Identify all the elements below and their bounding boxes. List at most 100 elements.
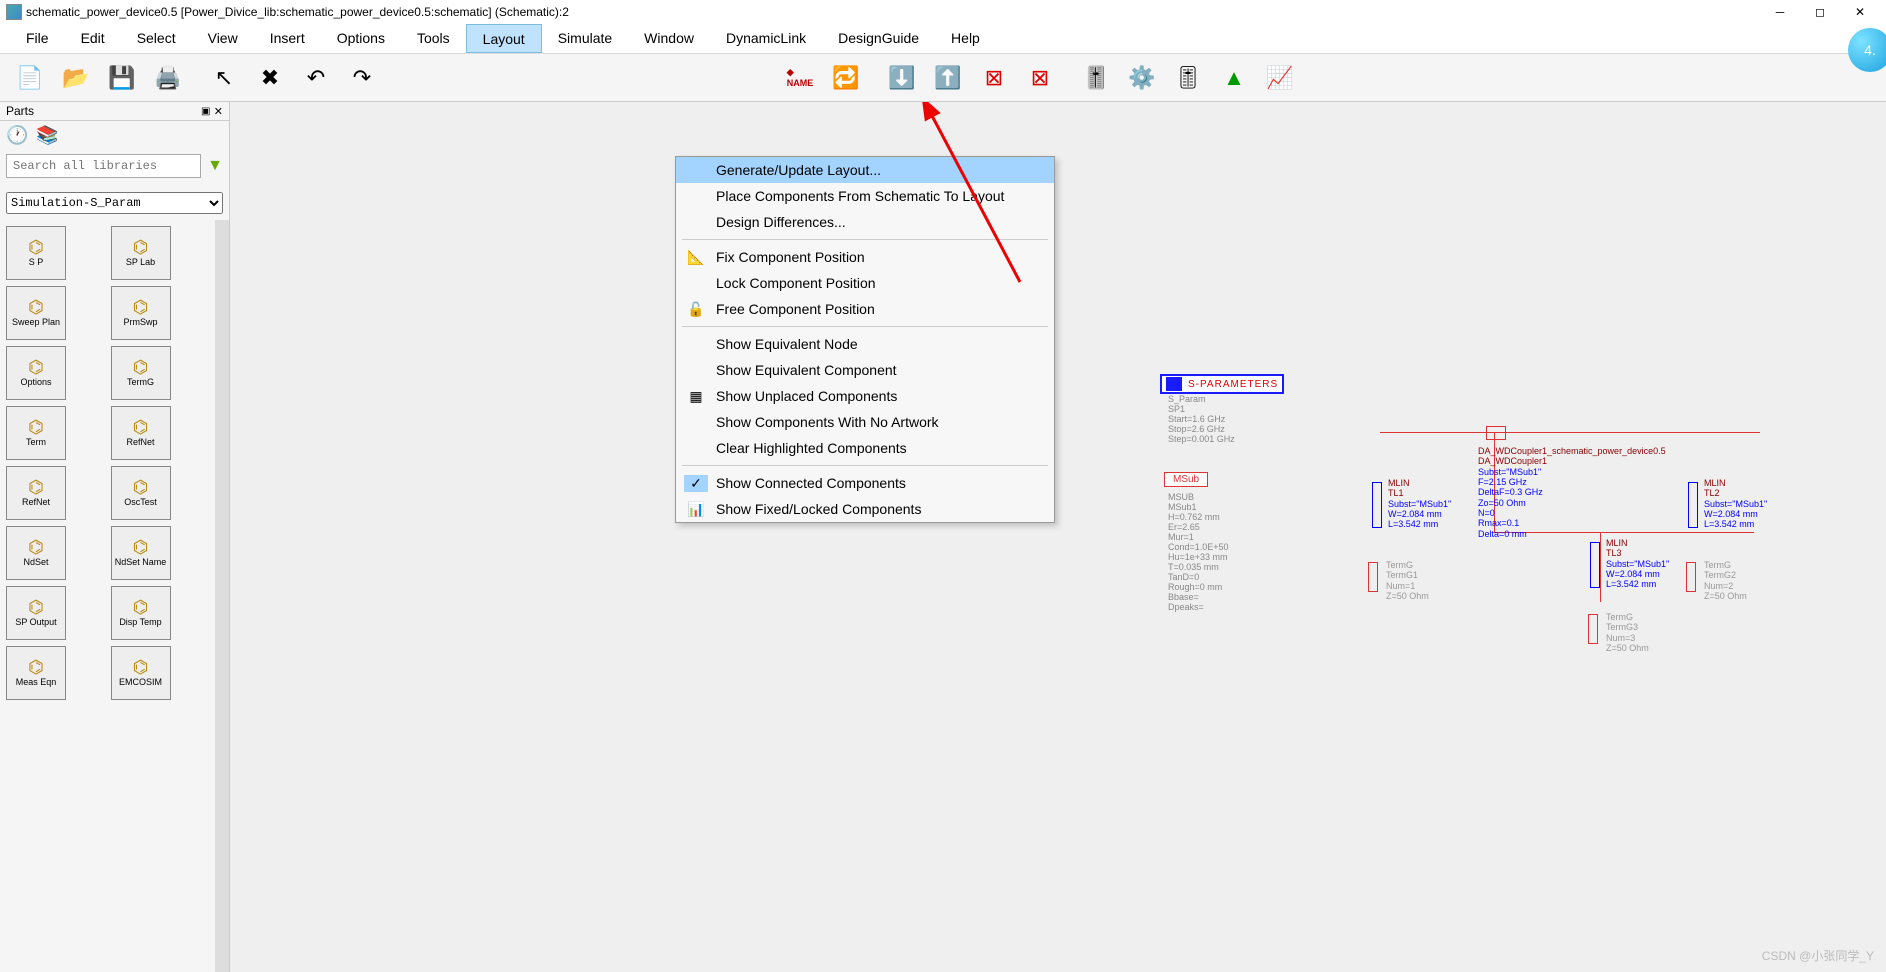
menu-item[interactable]: Lock Component Position	[676, 270, 1054, 296]
menu-bar: FileEditSelectViewInsertOptionsToolsLayo…	[0, 24, 1886, 54]
palette-item[interactable]: ⌬SP Output	[6, 586, 66, 640]
undock-icon[interactable]: ▣	[201, 106, 210, 117]
pointer-icon[interactable]: ↖	[202, 58, 246, 98]
tl2-params: MLINTL2Subst="MSub1"W=2.084 mmL=3.542 mm	[1704, 478, 1767, 530]
close-button[interactable]: ✕	[1840, 1, 1880, 23]
menu-item[interactable]: Generate/Update Layout...	[676, 157, 1054, 183]
parts-panel: Parts ▣ ✕ 🕐 📚 ▼ Simulation-S_Param ⌬S P ⌬…	[0, 102, 230, 972]
term2-params: TermGTermG2Num=2Z=50 Ohm	[1704, 560, 1747, 601]
coupler-symbol[interactable]	[1486, 426, 1506, 440]
menu-select[interactable]: Select	[121, 24, 192, 53]
menu-designguide[interactable]: DesignGuide	[822, 24, 935, 53]
palette-item[interactable]: ⌬Term	[6, 406, 66, 460]
window-title: schematic_power_device0.5 [Power_Divice_…	[26, 5, 569, 19]
library-icon[interactable]: 📚	[36, 125, 58, 146]
tree-icon[interactable]: ▲	[1212, 58, 1256, 98]
library-select[interactable]: Simulation-S_Param	[6, 192, 223, 214]
mlin-tl1[interactable]	[1372, 482, 1382, 528]
print-icon[interactable]: 🖨️	[146, 58, 190, 98]
redo-icon[interactable]: ↷	[340, 58, 384, 98]
menu-item[interactable]: Show Components With No Artwork	[676, 409, 1054, 435]
menu-file[interactable]: File	[10, 24, 65, 53]
palette-item[interactable]: ⌬PrmSwp	[111, 286, 171, 340]
menu-item[interactable]: Design Differences...	[676, 209, 1054, 235]
palette-item[interactable]: ⌬TermG	[111, 346, 171, 400]
disable1-icon[interactable]: ⊠	[972, 58, 1016, 98]
parts-panel-header: Parts ▣ ✕	[0, 102, 229, 121]
probe-icon[interactable]: 🎚	[1166, 58, 1210, 98]
layout-dropdown: Generate/Update Layout...Place Component…	[675, 156, 1055, 523]
menu-options[interactable]: Options	[321, 24, 401, 53]
termg3[interactable]	[1588, 614, 1598, 644]
termg2[interactable]	[1686, 562, 1696, 592]
minimize-button[interactable]: ─	[1760, 1, 1800, 23]
term1-params: TermGTermG1Num=1Z=50 Ohm	[1386, 560, 1429, 601]
palette-item[interactable]: ⌬OscTest	[111, 466, 171, 520]
assist-badge[interactable]: 4.	[1848, 28, 1886, 72]
menu-item[interactable]: Show Equivalent Node	[676, 331, 1054, 357]
new-icon[interactable]: 📄	[8, 58, 52, 98]
menu-dynamiclink[interactable]: DynamicLink	[710, 24, 822, 53]
wire	[1380, 432, 1760, 433]
palette-item[interactable]: ⌬RefNet	[111, 406, 171, 460]
termg1[interactable]	[1368, 562, 1378, 592]
up-icon[interactable]: ⬆️	[926, 58, 970, 98]
menu-item[interactable]: 📊Show Fixed/Locked Components	[676, 496, 1054, 522]
open-icon[interactable]: 📂	[54, 58, 98, 98]
palette-item[interactable]: ⌬S P	[6, 226, 66, 280]
palette-item[interactable]: ⌬NdSet Name	[111, 526, 171, 580]
palette-item[interactable]: ⌬Options	[6, 346, 66, 400]
panel-close-icon[interactable]: ✕	[214, 105, 223, 118]
menu-layout[interactable]: Layout	[466, 24, 542, 53]
menu-window[interactable]: Window	[628, 24, 710, 53]
disable2-icon[interactable]: ⊠	[1018, 58, 1062, 98]
palette-item[interactable]: ⌬NdSet	[6, 526, 66, 580]
layout-icon[interactable]: 🔁	[824, 58, 868, 98]
palette-item[interactable]: ⌬EMCOSIM	[111, 646, 171, 700]
palette-item[interactable]: ⌬SP Lab	[111, 226, 171, 280]
filter-icon[interactable]: ▼	[207, 157, 223, 175]
msub-params: MSUBMSub1H=0.762 mmEr=2.65Mur=1Cond=1.0E…	[1168, 492, 1229, 612]
mlin-tl2[interactable]	[1688, 482, 1698, 528]
parts-search-input[interactable]	[6, 154, 201, 178]
menu-item[interactable]: 🔓Free Component Position	[676, 296, 1054, 322]
menu-help[interactable]: Help	[935, 24, 996, 53]
menu-item[interactable]: ✓Show Connected Components	[676, 470, 1054, 496]
mlin-tl3[interactable]	[1590, 542, 1600, 588]
msub-block[interactable]: MSub	[1164, 472, 1208, 487]
menu-item[interactable]: Clear Highlighted Components	[676, 435, 1054, 461]
down-icon[interactable]: ⬇️	[880, 58, 924, 98]
menu-view[interactable]: View	[192, 24, 254, 53]
menu-tools[interactable]: Tools	[401, 24, 466, 53]
save-icon[interactable]: 💾	[100, 58, 144, 98]
maximize-button[interactable]: ◻	[1800, 1, 1840, 23]
palette-item[interactable]: ⌬Disp Temp	[111, 586, 171, 640]
palette-scrollbar[interactable]	[215, 220, 229, 972]
sparam-block[interactable]: S-PARAMETERS	[1160, 374, 1284, 394]
menu-item[interactable]: ▦Show Unplaced Components	[676, 383, 1054, 409]
menu-item[interactable]: Place Components From Schematic To Layou…	[676, 183, 1054, 209]
tl1-params: MLINTL1Subst="MSub1"W=2.084 mmL=3.542 mm	[1388, 478, 1451, 530]
undo-icon[interactable]: ↶	[294, 58, 338, 98]
palette-item[interactable]: ⌬RefNet	[6, 466, 66, 520]
menu-item[interactable]: Show Equivalent Component	[676, 357, 1054, 383]
term3-params: TermGTermG3Num=3Z=50 Ohm	[1606, 612, 1649, 653]
gear-icon[interactable]: ⚙️	[1120, 58, 1164, 98]
watermark: CSDN @小张同学_Y	[1762, 947, 1874, 964]
title-bar: schematic_power_device0.5 [Power_Divice_…	[0, 0, 1886, 24]
palette-item[interactable]: ⌬Sweep Plan	[6, 286, 66, 340]
schematic-canvas[interactable]: Generate/Update Layout...Place Component…	[230, 102, 1886, 972]
tune-icon[interactable]: 🎚️	[1074, 58, 1118, 98]
menu-simulate[interactable]: Simulate	[542, 24, 628, 53]
name-icon[interactable]: ◆NAME	[778, 58, 822, 98]
main-toolbar: 📄 📂 💾 🖨️ ↖ ✖ ↶ ↷ ◆NAME 🔁 ⬇️ ⬆️ ⊠ ⊠ 🎚️ ⚙️…	[0, 54, 1886, 102]
palette-item[interactable]: ⌬Meas Eqn	[6, 646, 66, 700]
tl3-params: MLINTL3Subst="MSub1"W=2.084 mmL=3.542 mm	[1606, 538, 1669, 590]
history-icon[interactable]: 🕐	[6, 125, 28, 146]
graph-icon[interactable]: 📈	[1258, 58, 1302, 98]
sparam-params: S_ParamSP1Start=1.6 GHzStop=2.6 GHzStep=…	[1168, 394, 1235, 444]
delete-icon[interactable]: ✖	[248, 58, 292, 98]
menu-edit[interactable]: Edit	[65, 24, 121, 53]
menu-item[interactable]: 📐Fix Component Position	[676, 244, 1054, 270]
menu-insert[interactable]: Insert	[254, 24, 321, 53]
